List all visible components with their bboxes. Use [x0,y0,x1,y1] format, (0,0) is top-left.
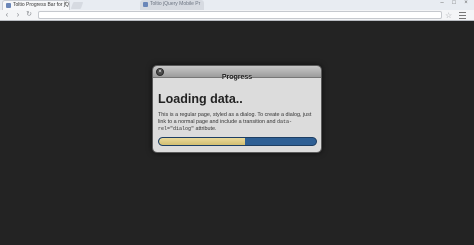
window-close-icon[interactable]: × [462,0,470,6]
dialog-description: This is a regular page, styled as a dial… [158,112,316,133]
code-snippet: data- [276,119,292,125]
close-icon[interactable]: × [156,68,164,76]
code-snippet: rel="dialog" [158,126,195,132]
favicon-icon [6,3,11,8]
forward-icon[interactable]: › [14,11,22,19]
favicon-icon [143,2,148,7]
tab-close-icon[interactable]: × [63,1,67,7]
minimize-icon[interactable]: – [438,0,446,6]
tab-title: Toltio Progress Bar for jQ [13,2,69,8]
bookmark-star-icon[interactable]: ☆ [445,10,452,21]
tab-title: Toltio jQuery Mobile Pr [150,1,201,7]
loading-heading: Loading data.. [158,92,243,106]
tab-inactive[interactable]: Toltio jQuery Mobile Pr [140,0,204,10]
reload-icon[interactable]: ↻ [25,11,33,19]
new-tab-button[interactable] [70,2,84,9]
browser-tab-strip: Toltio Progress Bar for jQ × Toltio jQue… [0,0,474,10]
menu-icon[interactable] [459,12,466,19]
browser-toolbar: ‹ › ↻ [0,10,474,21]
dialog-header: × Progress [153,66,321,81]
progress-bar [158,137,317,146]
description-text: attribute. [194,126,217,132]
address-bar[interactable] [38,11,442,19]
maximize-icon[interactable]: □ [450,0,458,6]
tab-active[interactable]: Toltio Progress Bar for jQ × [2,0,70,10]
back-icon[interactable]: ‹ [3,11,11,19]
dialog-title: Progress [221,74,253,81]
window-controls: – □ × [438,0,470,6]
progress-fill [159,138,246,145]
progress-dialog: × Progress Loading data.. This is a regu… [152,65,322,153]
